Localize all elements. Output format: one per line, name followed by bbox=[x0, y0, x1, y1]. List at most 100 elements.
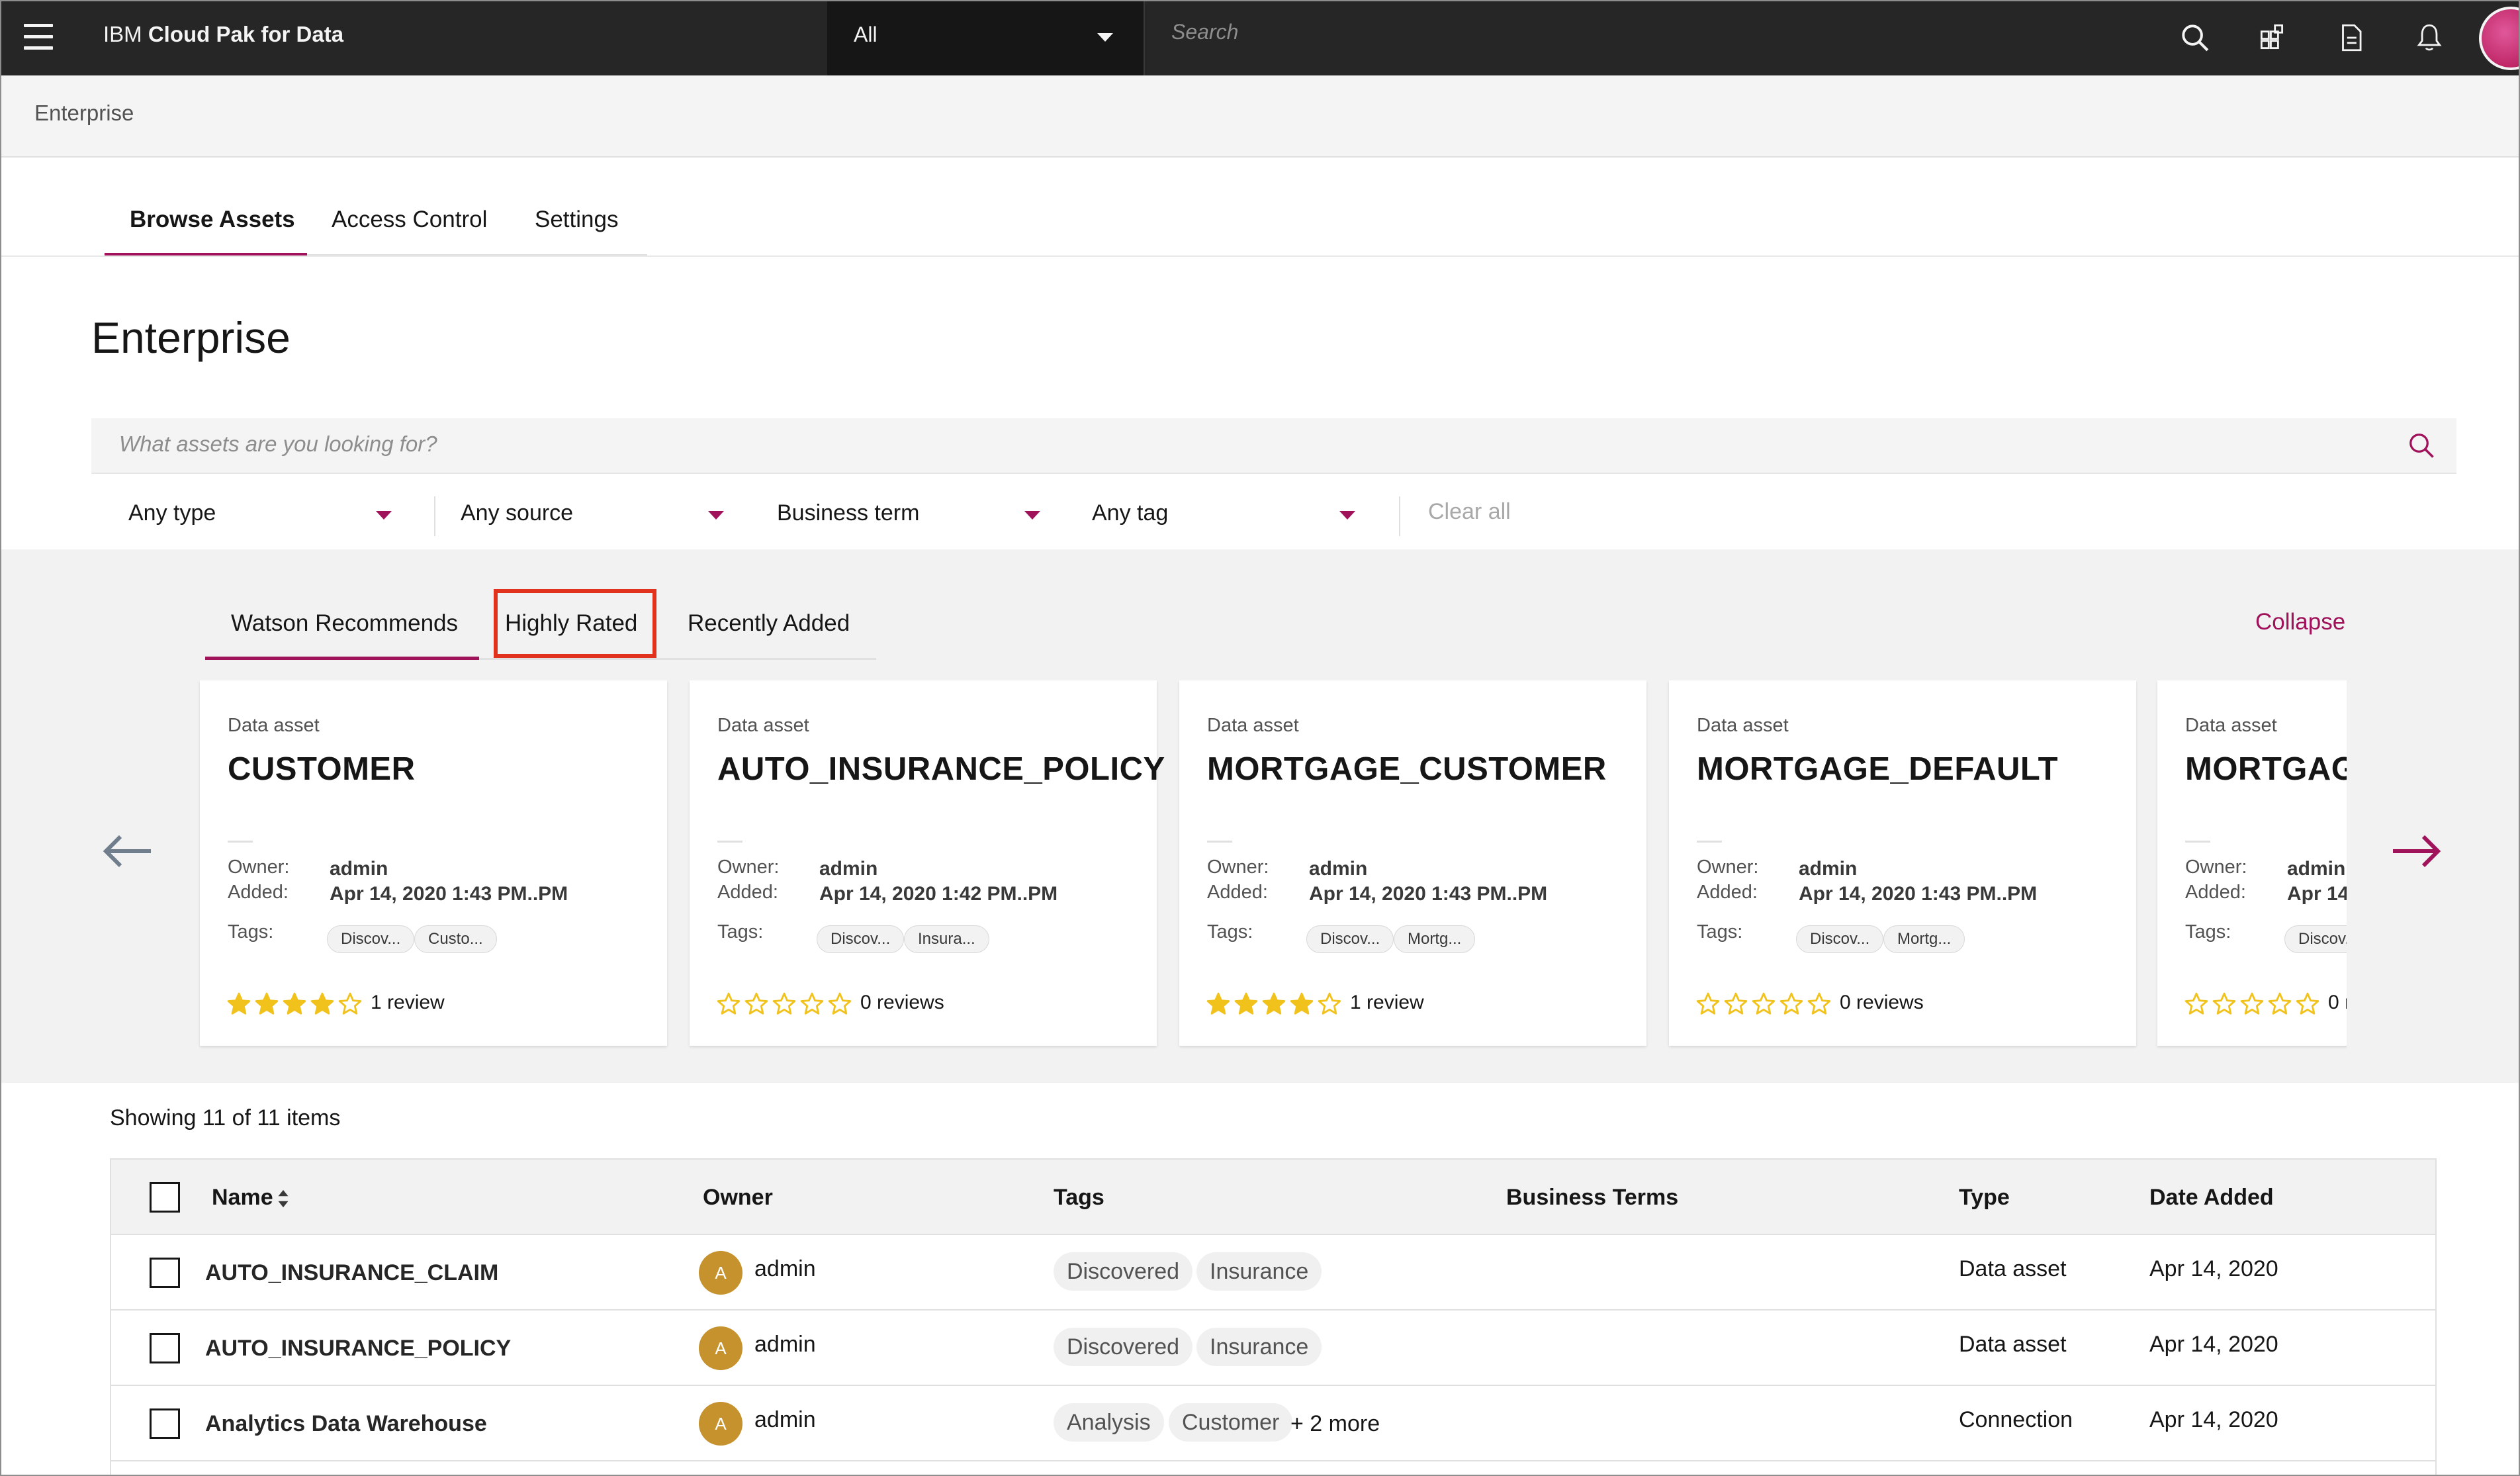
star-icon bbox=[800, 992, 824, 1015]
tab-watson-recommends[interactable]: Watson Recommends bbox=[231, 610, 458, 637]
table-row[interactable]: Analytics Data Warehouse A admin Analysi… bbox=[111, 1386, 2435, 1461]
asset-kind: Data asset bbox=[717, 715, 809, 736]
clear-all-button[interactable]: Clear all bbox=[1428, 499, 1511, 525]
column-header-business-terms: Business Terms bbox=[1506, 1185, 1679, 1210]
column-header-date-added: Date Added bbox=[2149, 1185, 2274, 1210]
product-brand[interactable]: IBM Cloud Pak for Data bbox=[103, 20, 343, 49]
review-count[interactable]: 1 review bbox=[371, 992, 445, 1014]
tag-chip[interactable]: Discovered bbox=[1054, 1252, 1193, 1291]
more-tags-link[interactable]: + 2 more bbox=[1290, 1411, 1380, 1437]
asset-name-link[interactable]: Analytics Data Warehouse bbox=[205, 1411, 487, 1437]
global-search-input[interactable]: Search bbox=[1171, 20, 1238, 44]
tag-chip[interactable]: Discov... bbox=[817, 925, 905, 953]
tag-chip[interactable]: Discovered bbox=[1054, 1328, 1193, 1366]
asset-title[interactable]: CUSTOMER bbox=[228, 751, 416, 788]
column-header-name[interactable]: Name bbox=[212, 1185, 273, 1211]
chevron-down-icon bbox=[1339, 511, 1355, 520]
breadcrumb[interactable]: Enterprise bbox=[34, 101, 134, 126]
tag-chip[interactable]: Mortg... bbox=[1883, 925, 1965, 953]
tab-settings[interactable]: Settings bbox=[535, 207, 618, 233]
star-icon bbox=[1206, 992, 1230, 1015]
tag-chip[interactable]: Mortg... bbox=[1394, 925, 1476, 953]
tag-chip[interactable]: Discov... bbox=[2284, 925, 2347, 953]
asset-search-input[interactable]: What assets are you looking for? bbox=[91, 418, 2456, 474]
tag-chip[interactable]: Discov... bbox=[1306, 925, 1394, 953]
asset-card[interactable]: Data asset MORTGAGE_DEFAULT Owner: admin… bbox=[1669, 680, 2136, 1046]
arrow-left-icon[interactable] bbox=[101, 833, 154, 870]
review-count[interactable]: 0 reviews bbox=[1840, 992, 1924, 1014]
tag-chip[interactable]: Insurance bbox=[1196, 1328, 1322, 1366]
asset-search-placeholder: What assets are you looking for? bbox=[119, 432, 437, 456]
search-icon[interactable] bbox=[2179, 21, 2213, 56]
star-icon bbox=[1696, 992, 1720, 1015]
filter-source-dropdown[interactable]: Any source bbox=[461, 488, 732, 543]
star-icon bbox=[283, 992, 306, 1015]
asset-card[interactable]: Data asset MORTGAGE Owner: admin Added: … bbox=[2157, 680, 2347, 1046]
owner-name: admin bbox=[754, 1332, 816, 1357]
asset-title[interactable]: MORTGAGE_DEFAULT bbox=[1697, 751, 2058, 788]
filter-business-term-dropdown[interactable]: Business term bbox=[777, 488, 1048, 543]
assets-table: Name Owner Tags Business Terms Type Date… bbox=[110, 1158, 2437, 1475]
menu-icon[interactable] bbox=[24, 24, 53, 50]
asset-kind: Data asset bbox=[1207, 715, 1299, 736]
tab-browse-assets[interactable]: Browse Assets bbox=[130, 207, 295, 233]
page-tabs: Browse Assets Access Control Settings bbox=[105, 191, 647, 256]
asset-title[interactable]: MORTGAGE bbox=[2185, 751, 2347, 788]
tag-chip[interactable]: Insurance bbox=[1196, 1252, 1322, 1291]
notification-icon[interactable] bbox=[2413, 21, 2446, 54]
table-row[interactable]: AUTO_INSURANCE_CLAIM A admin Discovered … bbox=[111, 1235, 2435, 1311]
added-value: Apr 14 bbox=[2287, 883, 2347, 905]
star-icon bbox=[717, 992, 741, 1015]
collapse-button[interactable]: Collapse bbox=[2255, 609, 2345, 635]
asset-title[interactable]: MORTGAGE_CUSTOMER bbox=[1207, 751, 1607, 788]
tag-chip[interactable]: Insura... bbox=[904, 925, 989, 953]
scope-dropdown[interactable]: All bbox=[827, 1, 1145, 75]
tags-label: Tags: bbox=[1697, 921, 1743, 943]
row-checkbox[interactable] bbox=[150, 1258, 180, 1288]
asset-card[interactable]: Data asset CUSTOMER Owner: admin Added: … bbox=[200, 680, 667, 1046]
select-all-checkbox[interactable] bbox=[150, 1182, 180, 1213]
tag-chip[interactable]: Analysis bbox=[1054, 1403, 1164, 1442]
star-icon bbox=[2184, 992, 2208, 1015]
sort-icon[interactable] bbox=[277, 1189, 290, 1209]
star-icon bbox=[1752, 992, 1776, 1015]
column-header-type: Type bbox=[1959, 1185, 2010, 1210]
date-added: Apr 14, 2020 bbox=[2149, 1256, 2278, 1281]
star-icon bbox=[1779, 992, 1803, 1015]
asset-card[interactable]: Data asset AUTO_INSURANCE_POLICY Owner: … bbox=[690, 680, 1165, 1046]
asset-type: Data asset bbox=[1959, 1332, 2067, 1357]
star-icon bbox=[828, 992, 852, 1015]
star-icon bbox=[338, 992, 362, 1015]
review-count[interactable]: 0 reviews bbox=[860, 992, 944, 1014]
review-count[interactable]: 1 review bbox=[1350, 992, 1424, 1014]
filter-tag-dropdown[interactable]: Any tag bbox=[1092, 488, 1363, 543]
user-avatar[interactable] bbox=[2479, 7, 2519, 70]
tags-label: Tags: bbox=[2185, 921, 2231, 943]
row-checkbox[interactable] bbox=[150, 1333, 180, 1363]
apps-icon[interactable] bbox=[2255, 21, 2288, 54]
search-icon[interactable] bbox=[2406, 430, 2438, 462]
tag-chip[interactable]: Custo... bbox=[414, 925, 497, 953]
divider bbox=[717, 841, 742, 843]
document-icon[interactable] bbox=[2335, 21, 2368, 54]
review-count[interactable]: 0 r bbox=[2328, 992, 2347, 1014]
tab-access-control[interactable]: Access Control bbox=[332, 207, 487, 233]
asset-name-link[interactable]: AUTO_INSURANCE_POLICY bbox=[205, 1336, 511, 1361]
tag-chip[interactable]: Discov... bbox=[1796, 925, 1884, 953]
asset-card[interactable]: Data asset MORTGAGE_CUSTOMER Owner: admi… bbox=[1179, 680, 1646, 1046]
tag-chip[interactable]: Discov... bbox=[327, 925, 415, 953]
table-row[interactable]: AUTO_INSURANCE_POLICY A admin Discovered… bbox=[111, 1311, 2435, 1386]
star-icon bbox=[1290, 992, 1314, 1015]
tab-recently-added[interactable]: Recently Added bbox=[688, 610, 850, 637]
tags-label: Tags: bbox=[717, 921, 764, 943]
star-icon bbox=[1807, 992, 1831, 1015]
arrow-right-icon[interactable] bbox=[2390, 833, 2443, 870]
filter-type-dropdown[interactable]: Any type bbox=[128, 488, 400, 543]
star-icon bbox=[1234, 992, 1258, 1015]
row-checkbox[interactable] bbox=[150, 1408, 180, 1439]
asset-name-link[interactable]: AUTO_INSURANCE_CLAIM bbox=[205, 1260, 498, 1286]
chevron-down-icon bbox=[1024, 511, 1040, 520]
added-value: Apr 14, 2020 1:43 PM..PM bbox=[1309, 883, 1548, 905]
asset-title[interactable]: AUTO_INSURANCE_POLICY bbox=[717, 751, 1165, 788]
tag-chip[interactable]: Customer bbox=[1169, 1403, 1293, 1442]
